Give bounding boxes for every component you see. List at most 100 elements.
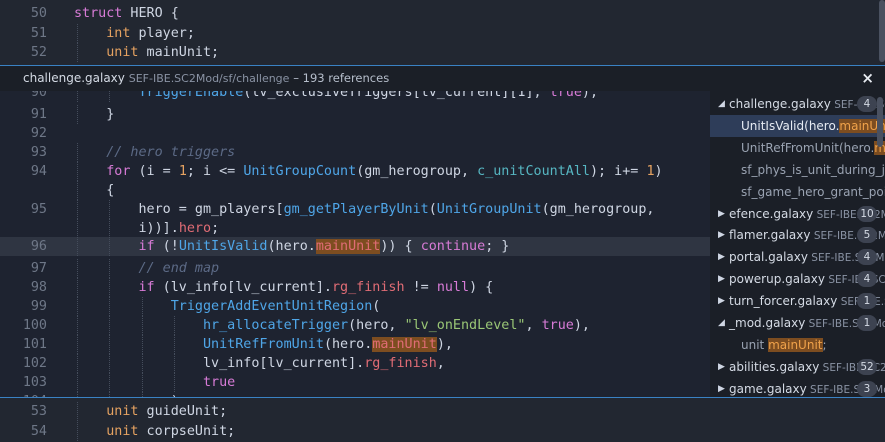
editor-scrollbar[interactable] [879, 0, 885, 62]
reference-file-item[interactable]: ▶abilities.galaxy SEF-IBE.SC2Mod52 [710, 356, 885, 378]
reference-item[interactable]: sf_game_hero_grant_points [710, 181, 885, 203]
reference-file-item[interactable]: ▶flamer.galaxy SEF-IBE.SC2Mod5 [710, 224, 885, 246]
reference-item[interactable]: UnitIsValid(hero.mainUnit) [710, 114, 885, 137]
code-line[interactable]: 94 for (i = 1; i <= UnitGroupCount(gm_he… [0, 162, 710, 181]
code-token: if [138, 280, 155, 295]
peek-file-name[interactable]: challenge.galaxy [23, 71, 125, 85]
reference-file-item[interactable]: ▶efence.galaxy SEF-IBE.SC2Mod/sf10 [710, 203, 885, 225]
code-text: unit guideUnit; [74, 402, 227, 421]
code-token: )) { [380, 239, 421, 254]
chevron-down-icon[interactable]: ◢ [718, 93, 725, 115]
code-token: , [525, 318, 542, 333]
code-line[interactable]: 103 true [0, 373, 710, 392]
reference-file-item[interactable]: ▶game.galaxy SEF-IBE.SC2Mod3 [710, 378, 885, 397]
peek-reference-count: – 193 references [293, 71, 390, 85]
code-token: // hero triggers [106, 145, 236, 160]
code-token: (gm_herogroup, [541, 202, 655, 217]
close-icon[interactable]: × [861, 66, 874, 91]
peek-code-view[interactable]: 90 TriggerEnable(lv_exclusiveTriggers[lv… [0, 91, 710, 397]
code-line[interactable]: { [0, 181, 710, 200]
reference-file-item[interactable]: ▶turn_forcer.galaxy SEF-IBE.SC2Mod1 [710, 290, 885, 312]
code-text: true [74, 373, 235, 392]
code-line[interactable]: 95 hero = gm_players[gm_getPlayerByUnit(… [0, 200, 710, 219]
code-token: ; } [485, 239, 510, 254]
reference-highlight: mainUnit [315, 239, 381, 254]
code-token: != [404, 280, 437, 295]
chevron-right-icon[interactable]: ▶ [718, 378, 725, 397]
code-text: if (lv_info[lv_current].rg_finish != nul… [74, 278, 494, 297]
code-token: // end map [138, 261, 220, 276]
code-line[interactable]: 50 struct HERO { [0, 4, 885, 23]
code-token: } [74, 107, 115, 122]
editor-top-region[interactable]: 50 struct HERO {51 int player; 52 unit mai… [0, 0, 885, 65]
reference-file-item[interactable]: ◢challenge.galaxy SEF-IBE.SC2Mod/sf/chal… [710, 93, 885, 115]
references-tree[interactable]: ◢challenge.galaxy SEF-IBE.SC2Mod/sf/chal… [710, 91, 885, 397]
chevron-right-icon[interactable]: ▶ [718, 224, 725, 246]
code-token: UnitIsValid [178, 239, 268, 254]
line-number: 96 [30, 239, 47, 254]
chevron-down-icon[interactable]: ◢ [718, 312, 725, 334]
code-line-highlighted[interactable]: 96 if (!UnitIsValid(hero.mainUnit)) { co… [0, 237, 710, 256]
reference-item[interactable]: unit mainUnit; [710, 334, 885, 356]
code-token: (lv_info[lv_current]. [154, 280, 332, 295]
chevron-right-icon[interactable]: ▶ [718, 203, 725, 225]
chevron-right-icon[interactable]: ▶ [718, 356, 725, 378]
code-line[interactable]: 51 int player; [0, 23, 885, 43]
code-token: HERO { [122, 6, 179, 21]
reference-item[interactable]: UnitRefFromUnit(hero.mainUnit) [710, 137, 885, 159]
code-line[interactable]: 92 [0, 124, 710, 143]
code-line[interactable]: 101 UnitRefFromUnit(hero.mainUnit), [0, 335, 710, 354]
line-number: 95 [30, 202, 47, 217]
code-token: mainUnit; [138, 45, 220, 60]
code-token: TriggerAddEventUnitRegion [170, 299, 373, 314]
code-token: UnitGroupUnit [436, 202, 542, 217]
references-scrollbar[interactable] [877, 97, 883, 147]
code-token: null [436, 280, 470, 295]
line-number: 51 [30, 25, 47, 41]
code-token: ), [436, 337, 453, 352]
chevron-right-icon[interactable]: ▶ [718, 290, 725, 312]
code-line[interactable]: 102 lv_info[lv_current].rg_finish, [0, 354, 710, 373]
code-text: // end map [74, 259, 220, 278]
code-token: c_unitCountAll [477, 164, 590, 179]
code-token: if [138, 239, 155, 254]
code-token: { [74, 183, 115, 198]
code-token: TriggerEnable [138, 91, 244, 100]
reference-file-item[interactable]: ▶powerup.galaxy SEF-IBE.SC2Mod4 [710, 268, 885, 290]
code-line[interactable]: 93 // hero triggers [0, 143, 710, 162]
line-number: 100 [22, 318, 47, 333]
code-line[interactable]: 52 unit mainUnit; [0, 43, 885, 62]
code-line[interactable]: 97 // end map [0, 259, 710, 278]
reference-count-badge: 4 [857, 271, 877, 288]
code-line[interactable]: 54 unit corpseUnit; [0, 421, 885, 441]
reference-file-item[interactable]: ▶portal.galaxy SEF-IBE.SC2Mod4 [710, 246, 885, 268]
code-token: true [541, 318, 574, 333]
editor-bottom-region[interactable]: 53 unit guideUnit; 54 unit corpseUnit; [0, 397, 885, 442]
code-line[interactable]: 99 TriggerAddEventUnitRegion( [0, 297, 710, 316]
code-line[interactable]: 98 if (lv_info[lv_current].rg_finish != … [0, 278, 710, 297]
code-token: continue [420, 239, 486, 254]
reference-file-item[interactable]: ◢_mod.galaxy SEF-IBE.SC2Mod1 [710, 312, 885, 334]
code-line[interactable]: i))].hero; [0, 219, 710, 238]
code-text: // hero triggers [74, 143, 235, 162]
code-token: (! [154, 239, 179, 254]
reference-count-badge: 5 [857, 227, 877, 244]
code-text: struct HERO { [74, 4, 179, 23]
chevron-right-icon[interactable]: ▶ [718, 268, 725, 290]
chevron-right-icon[interactable]: ▶ [718, 246, 725, 268]
code-text: hero = gm_players[gm_getPlayerByUnit(Uni… [74, 200, 654, 219]
reference-preview: unit mainUnit; [741, 337, 827, 352]
code-token: guideUnit; [138, 404, 228, 419]
code-line[interactable]: 90 TriggerEnable(lv_exclusiveTriggers[lv… [0, 91, 710, 102]
line-number: 97 [30, 261, 47, 276]
code-token: lv_info[lv_current]. [74, 356, 365, 371]
code-line[interactable]: 91 } [0, 105, 710, 124]
code-token: ( [428, 202, 437, 217]
code-line[interactable]: 100 hr_allocateTrigger(hero, "lv_onEndLe… [0, 316, 710, 335]
reference-item[interactable]: sf_phys_is_unit_during_jump [710, 159, 885, 181]
code-line[interactable]: 53 unit guideUnit; [0, 402, 885, 421]
